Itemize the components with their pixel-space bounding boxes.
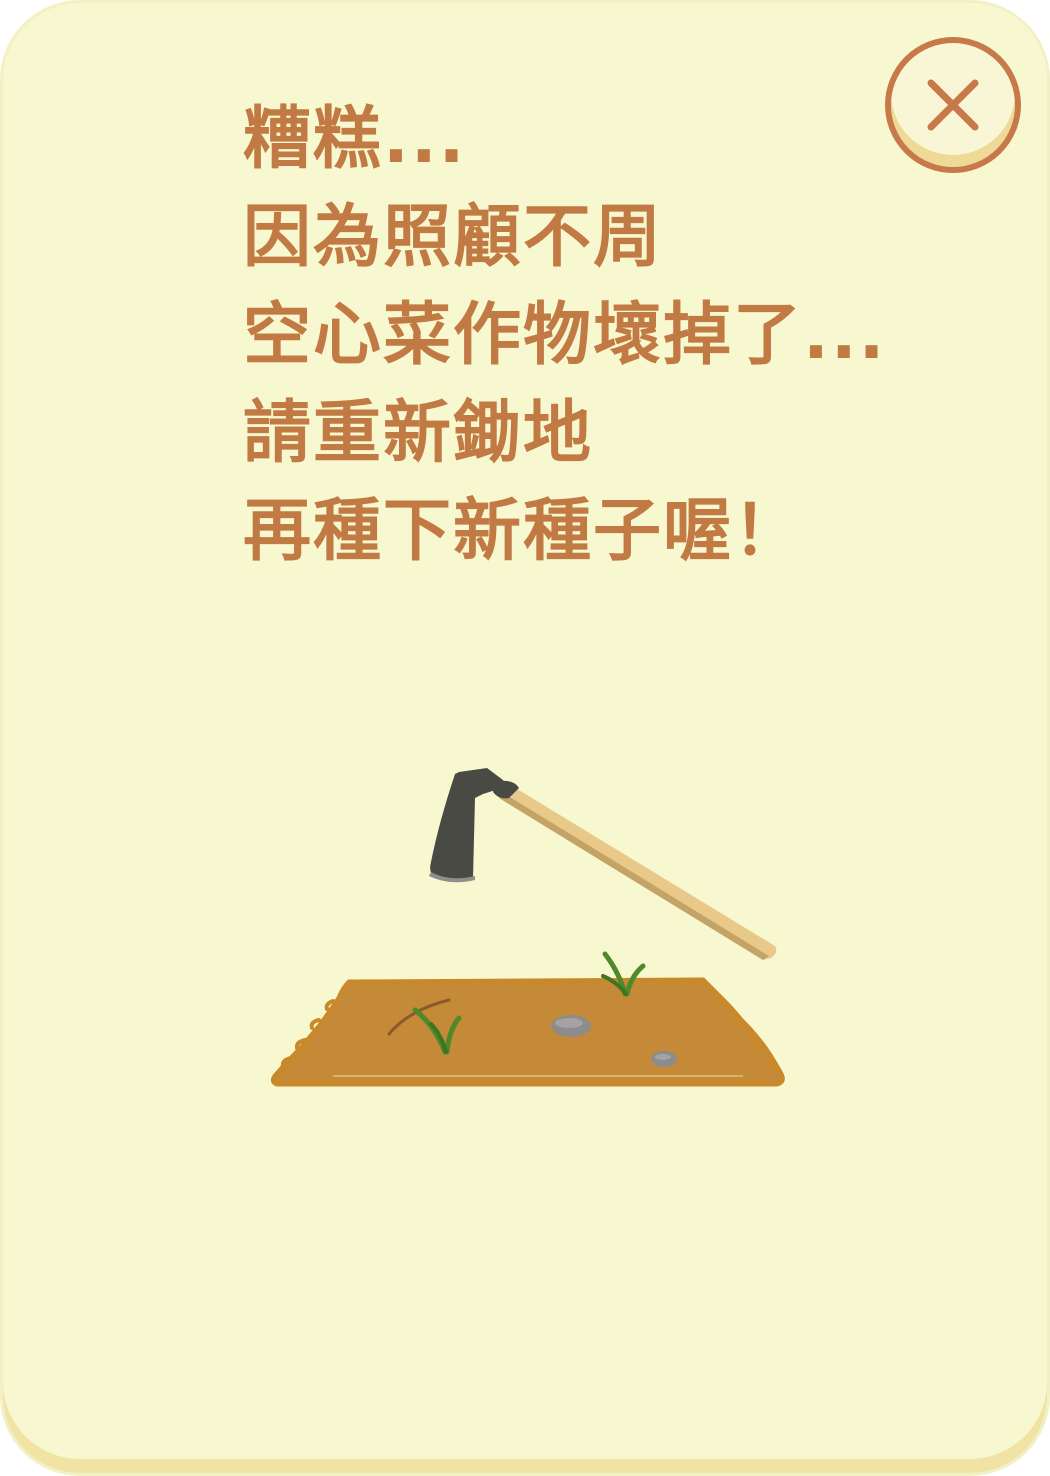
- dialog-message: 糟糕... 因為照顧不周 空心菜作物壞掉了... 請重新鋤地 再種下新種子喔！: [243, 91, 943, 581]
- soil-plot: [270, 977, 785, 1087]
- hoe-icon: [429, 768, 777, 960]
- dialog-card: 糟糕... 因為照顧不周 空心菜作物壞掉了... 請重新鋤地 再種下新種子喔！: [0, 0, 1050, 1476]
- hoe-field-illustration: [270, 768, 785, 1087]
- message-line: 再種下新種子喔！: [243, 492, 804, 571]
- message-line: 請重新鋤地: [243, 394, 594, 473]
- message-line: 糟糕...: [243, 100, 467, 179]
- stone: [655, 1054, 671, 1060]
- stone: [555, 1018, 583, 1028]
- message-line: 空心菜作物壞掉了...: [243, 296, 887, 375]
- message-line: 因為照顧不周: [243, 198, 664, 277]
